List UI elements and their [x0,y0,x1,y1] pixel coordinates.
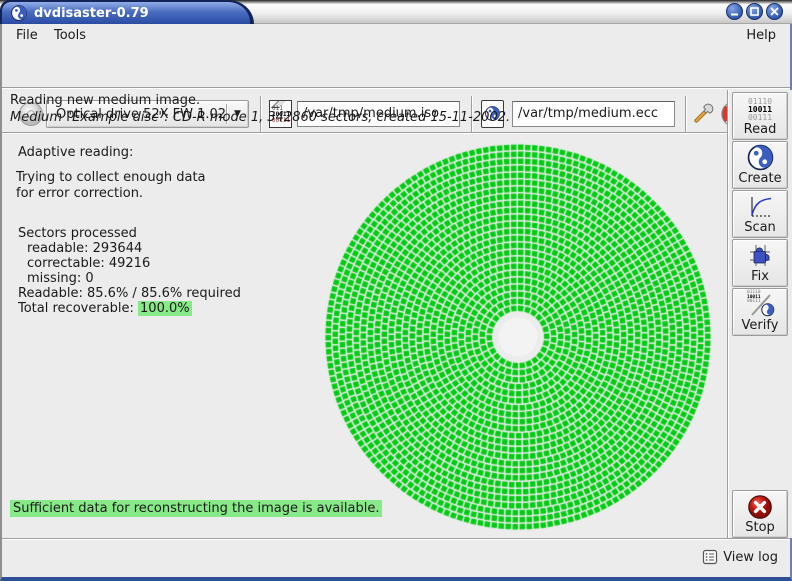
ecc-file-input[interactable]: /var/tmp/medium.ecc [512,101,675,127]
readable-summary: Readable: 85.6% / 85.6% required [18,286,241,301]
view-log-label: View log [723,550,778,565]
binary-read-icon: 01110 10011 00111 [748,98,772,122]
puzzle-fix-icon [746,242,774,269]
close-button[interactable] [766,3,783,20]
separator [2,87,790,89]
total-recoverable: Total recoverable: 100.0% [18,301,192,316]
scan-button[interactable]: Scan [732,190,788,238]
app-window: dvdisaster-0.79 File Tools Help Optical … [0,0,792,581]
sufficient-data-message: Sufficient data for reconstructing the i… [10,500,382,517]
readable-count: readable: 293644 [27,241,142,256]
disc-spiral-visualization [302,135,732,537]
sectors-processed-header: Sectors processed [18,226,137,241]
correctable-count: correctable: 49216 [27,256,150,271]
stop-button[interactable]: Stop [732,490,788,538]
toolbar-separator [685,96,687,132]
read-button[interactable]: 01110 10011 00111 Read [732,92,788,140]
maximize-button[interactable] [746,3,763,20]
status-line-medium-info: Medium "Example disc": CD-R mode 1, 3428… [10,110,510,125]
toolbar: Optical drive 52X FW 1.02 ▼ 011 10011 00… [2,46,790,88]
fix-button-label: Fix [751,269,769,285]
sidebar: 01110 10011 00111 Read Create [729,90,792,538]
create-button-label: Create [738,171,781,187]
yinyang-create-icon [747,144,774,171]
adaptive-reading-title: Adaptive reading: [18,145,133,160]
create-button[interactable]: Create [732,141,788,189]
log-list-icon [702,549,718,565]
verify-button[interactable]: 01110 10011 00111 Verify [732,288,788,336]
fix-button[interactable]: Fix [732,239,788,287]
titlebar[interactable]: dvdisaster-0.79 [0,0,792,24]
preferences-wrench-icon[interactable] [690,100,716,128]
menubar: File Tools Help [2,24,790,46]
minimize-button[interactable] [726,3,743,20]
read-button-label: Read [744,122,777,138]
description-line: Trying to collect enough data [16,170,206,185]
verify-compare-icon: 01110 10011 00111 [745,290,775,318]
app-logo-yinyang-icon [11,5,27,21]
verify-button-label: Verify [742,318,779,334]
status-line-primary: Reading new medium image. [10,93,200,108]
menu-tools[interactable]: Tools [48,26,92,45]
stop-icon [747,494,773,520]
minimize-icon [729,6,740,17]
stop-button-label: Stop [745,520,775,536]
bottom-statusbar: View log [2,540,790,577]
menu-help[interactable]: Help [740,26,782,45]
scan-button-label: Scan [744,220,776,236]
separator [2,132,729,134]
view-log-toggle[interactable]: View log [702,549,778,565]
menu-file[interactable]: File [10,26,44,45]
recoverable-value-badge: 100.0% [138,301,192,316]
description-line: for error correction. [16,186,143,201]
window-title: dvdisaster-0.79 [34,6,149,21]
maximize-icon [749,6,760,17]
scan-graph-icon [746,194,774,220]
close-icon [769,6,780,17]
titlebar-tab[interactable]: dvdisaster-0.79 [2,2,250,24]
missing-count: missing: 0 [27,271,94,286]
